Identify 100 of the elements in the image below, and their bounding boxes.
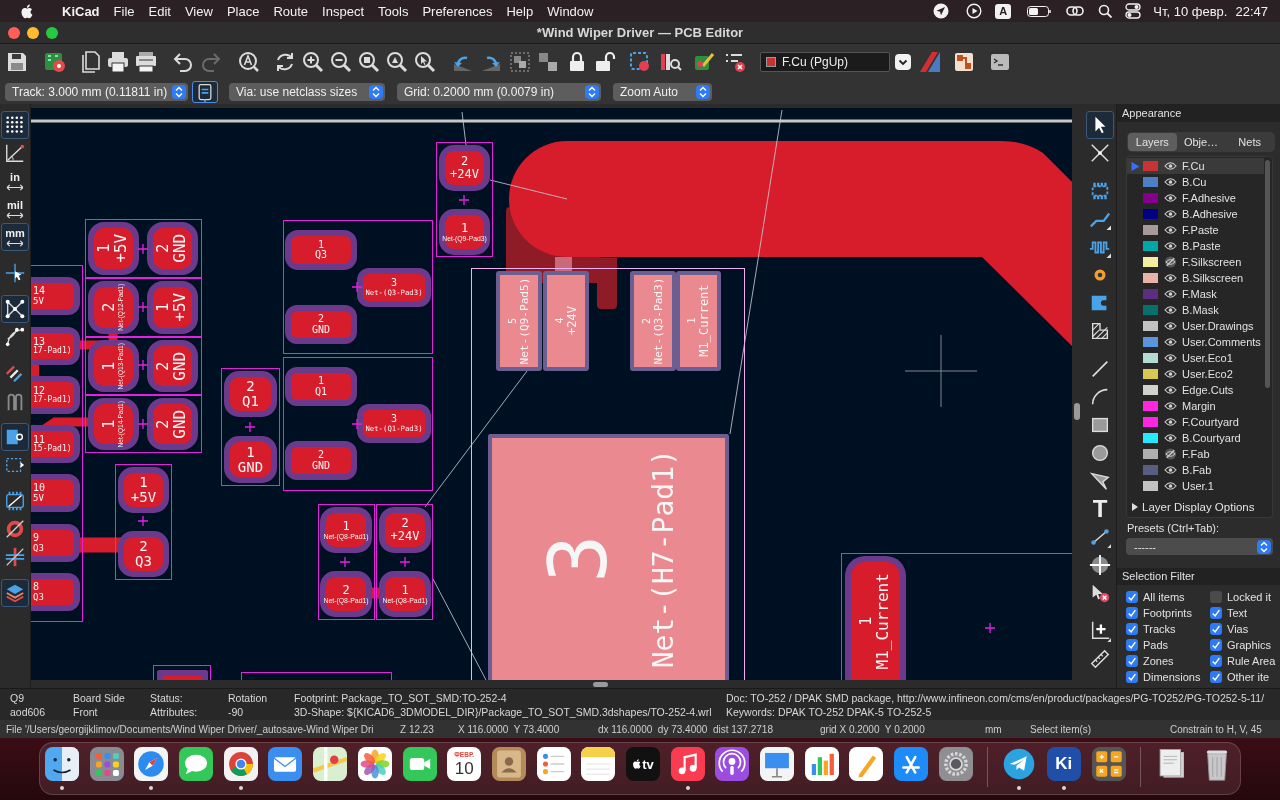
eye-crossed-icon[interactable] bbox=[1164, 448, 1177, 460]
eye-icon[interactable] bbox=[1164, 480, 1177, 492]
layer-row[interactable]: Margin bbox=[1127, 398, 1264, 414]
address-book-icon[interactable] bbox=[491, 747, 526, 781]
layer-row[interactable]: B.Adhesive bbox=[1127, 206, 1264, 222]
scrollbar-thumb[interactable] bbox=[1265, 160, 1270, 388]
eye-icon[interactable] bbox=[1164, 224, 1177, 236]
music-note-icon[interactable] bbox=[670, 747, 705, 781]
envelope-icon[interactable] bbox=[268, 747, 303, 781]
menu-bar-clock[interactable]: 22:47 bbox=[1235, 3, 1268, 19]
layer-pair-icon[interactable] bbox=[918, 50, 942, 74]
presets-dropdown[interactable]: ------ bbox=[1126, 538, 1273, 555]
checkbox[interactable] bbox=[1210, 623, 1222, 635]
eye-icon[interactable] bbox=[1164, 416, 1177, 428]
app-icon[interactable]: Ki bbox=[1046, 747, 1081, 781]
app-grid-icon[interactable] bbox=[89, 747, 124, 781]
toggles-icon[interactable] bbox=[1125, 3, 1142, 19]
eye-icon[interactable] bbox=[1164, 320, 1177, 332]
checkbox[interactable] bbox=[1210, 671, 1222, 683]
podcast-icon[interactable] bbox=[715, 747, 750, 781]
grid-toggle[interactable] bbox=[1, 111, 29, 139]
eye-icon[interactable] bbox=[1164, 400, 1177, 412]
pad-fill-toggle[interactable] bbox=[1, 423, 29, 451]
mils-button[interactable]: mil bbox=[1, 195, 29, 223]
eye-icon[interactable] bbox=[1164, 208, 1177, 220]
menu-item[interactable]: View bbox=[184, 3, 213, 19]
layer-row[interactable]: Edge.Cuts bbox=[1127, 382, 1264, 398]
pen-icon[interactable] bbox=[849, 747, 884, 781]
play-circle-icon[interactable] bbox=[966, 3, 983, 19]
layer-row[interactable]: F.Courtyard bbox=[1127, 414, 1264, 430]
layer-row[interactable]: B.Paste bbox=[1127, 238, 1264, 254]
checkbox[interactable] bbox=[1126, 639, 1138, 651]
dropdown[interactable]: Zoom Auto bbox=[613, 83, 712, 101]
menu-item[interactable]: Edit bbox=[148, 3, 171, 19]
tab[interactable]: Layers bbox=[1128, 133, 1177, 151]
board-marker-icon[interactable] bbox=[628, 50, 652, 74]
eye-icon[interactable] bbox=[1164, 304, 1177, 316]
menu-item[interactable]: Preferences bbox=[422, 3, 493, 19]
zoom-fit-icon[interactable] bbox=[357, 50, 381, 74]
dropdown[interactable]: Via: use netclass sizes bbox=[229, 83, 385, 101]
layer-row[interactable]: F.Fab bbox=[1127, 446, 1264, 462]
select-tool[interactable] bbox=[1086, 111, 1114, 139]
eye-icon[interactable] bbox=[1164, 336, 1177, 348]
input-source-menu[interactable]: A bbox=[995, 3, 1012, 19]
layer-row[interactable]: B.Silkscreen bbox=[1127, 270, 1264, 286]
eye-crossed-icon[interactable] bbox=[1164, 256, 1177, 268]
scrollbar-thumb[interactable] bbox=[593, 682, 608, 687]
search-icon[interactable] bbox=[1098, 4, 1113, 18]
map-icon[interactable] bbox=[313, 747, 348, 781]
inches-button[interactable]: in bbox=[1, 167, 29, 195]
eye-icon[interactable] bbox=[1164, 464, 1177, 476]
unlock-icon[interactable] bbox=[593, 50, 617, 74]
compass-icon[interactable] bbox=[134, 747, 169, 781]
checkbox[interactable] bbox=[1126, 671, 1138, 683]
menu-bar-date[interactable]: Чт, 10 февр. bbox=[1153, 3, 1228, 19]
minimize-window-icon[interactable] bbox=[27, 26, 39, 39]
undo-icon[interactable] bbox=[171, 50, 195, 74]
printer-icon[interactable] bbox=[134, 50, 158, 74]
layer-row[interactable]: B.Cu bbox=[1127, 174, 1264, 190]
eye-icon[interactable] bbox=[1164, 160, 1177, 172]
find-icon[interactable] bbox=[237, 50, 261, 74]
crossed-sticks-icon[interactable] bbox=[894, 747, 929, 781]
squares-icon[interactable] bbox=[536, 50, 560, 74]
layer-row[interactable]: User.1 bbox=[1127, 478, 1264, 494]
menu-item[interactable]: Route bbox=[273, 3, 309, 19]
scrollbar-thumb[interactable] bbox=[1074, 403, 1080, 420]
dropdown-chevron-icon[interactable] bbox=[895, 54, 911, 70]
eye-icon[interactable] bbox=[1164, 432, 1177, 444]
layer-row[interactable]: B.Courtyard bbox=[1127, 430, 1264, 446]
layer-row[interactable]: User.Eco2 bbox=[1127, 366, 1264, 382]
paper-plane-icon[interactable] bbox=[1002, 747, 1037, 781]
printer-icon[interactable] bbox=[106, 50, 130, 74]
menu-item[interactable]: Help bbox=[506, 3, 534, 19]
eye-icon[interactable] bbox=[1164, 368, 1177, 380]
flower-icon[interactable] bbox=[357, 747, 392, 781]
layer-row[interactable]: F.Paste bbox=[1127, 222, 1264, 238]
layer-row[interactable]: F.Silkscreen bbox=[1127, 254, 1264, 270]
eye-icon[interactable] bbox=[1164, 384, 1177, 396]
dashed-squares-icon[interactable] bbox=[508, 50, 532, 74]
eye-icon[interactable] bbox=[1164, 240, 1177, 252]
video-camera-icon[interactable] bbox=[402, 747, 437, 781]
layer-row[interactable]: B.Fab bbox=[1127, 462, 1264, 478]
tv-app-icon[interactable]: tv bbox=[625, 747, 660, 781]
footprint-icon[interactable] bbox=[952, 50, 976, 74]
layer-row[interactable]: User.Eco1 bbox=[1127, 350, 1264, 366]
eye-icon[interactable] bbox=[1164, 192, 1177, 204]
maximize-window-icon[interactable] bbox=[46, 26, 58, 39]
gear-icon[interactable] bbox=[938, 747, 973, 781]
layer-selector[interactable]: F.Cu (PgUp) bbox=[760, 52, 890, 72]
checkbox[interactable] bbox=[1210, 591, 1222, 603]
board-badge-icon[interactable] bbox=[43, 50, 67, 74]
apple-logo-icon[interactable] bbox=[20, 3, 33, 19]
menu-item[interactable]: Window bbox=[547, 3, 594, 19]
checkbox[interactable] bbox=[1210, 607, 1222, 619]
dropdown[interactable]: Track: 3.000 mm (0.11811 in) bbox=[5, 83, 188, 101]
layer-row[interactable]: B.Mask bbox=[1127, 302, 1264, 318]
calculator-icon[interactable] bbox=[1091, 747, 1126, 781]
menu-item[interactable]: Tools bbox=[378, 3, 409, 19]
face-icon[interactable] bbox=[45, 747, 79, 781]
eye-icon[interactable] bbox=[1164, 352, 1177, 364]
